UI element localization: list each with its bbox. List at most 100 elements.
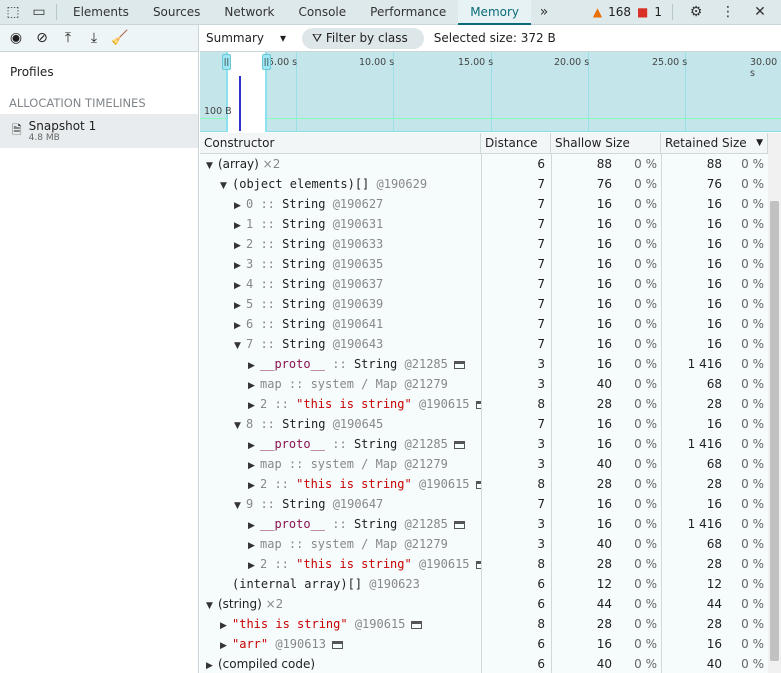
scrollbar-thumb[interactable] bbox=[770, 201, 779, 661]
expand-right-icon[interactable]: ▶ bbox=[248, 476, 260, 494]
allocation-timeline[interactable]: 5.00 s 10.00 s 15.00 s 20.00 s 25.00 s 3… bbox=[200, 52, 781, 132]
table-row[interactable]: ▶ 2 :: "this is string" @190615 8 28 0 % 28 0 … bbox=[200, 474, 768, 494]
expand-right-icon[interactable]: ▶ bbox=[248, 456, 260, 474]
shallow-size-cell: 40 bbox=[551, 374, 616, 394]
table-row[interactable]: ▶ 4 :: String @190637 7 16 0 % 16 0 % bbox=[200, 274, 768, 294]
expand-right-icon[interactable]: ▶ bbox=[248, 516, 260, 534]
table-row[interactable]: ▼ 9 :: String @190647 7 16 0 % 16 0 % bbox=[200, 494, 768, 514]
reveal-in-panel-icon[interactable] bbox=[411, 620, 423, 629]
snapshot-item[interactable]: 🗎 Snapshot 1 4.8 MB bbox=[0, 114, 198, 148]
warning-icon[interactable]: ▲ bbox=[593, 5, 602, 19]
record-icon[interactable]: ◉ bbox=[4, 30, 28, 46]
tab-console[interactable]: Console bbox=[287, 0, 359, 25]
expand-right-icon[interactable]: ▶ bbox=[234, 316, 246, 334]
table-row[interactable]: ▶ map :: system / Map @21279 3 40 0 % 68 0 % bbox=[200, 454, 768, 474]
right-handle[interactable]: || bbox=[262, 54, 271, 70]
tab-sources[interactable]: Sources bbox=[141, 0, 212, 25]
expand-right-icon[interactable]: ▶ bbox=[234, 236, 246, 254]
retained-size-cell: 1 416 bbox=[661, 514, 726, 534]
error-icon[interactable]: ■ bbox=[637, 5, 648, 19]
tab-performance[interactable]: Performance bbox=[358, 0, 458, 25]
scrollbar[interactable] bbox=[768, 133, 781, 673]
expand-right-icon[interactable]: ▶ bbox=[248, 536, 260, 554]
warning-count[interactable]: 168 bbox=[608, 5, 631, 19]
table-row[interactable]: ▼ (string) ×2 6 44 0 % 44 0 % bbox=[200, 594, 768, 614]
reveal-in-panel-icon[interactable] bbox=[453, 520, 465, 529]
constructor-cell: ▶ map :: system / Map @21279 bbox=[200, 374, 481, 394]
error-count[interactable]: 1 bbox=[654, 5, 662, 19]
shallow-size-cell: 40 bbox=[551, 534, 616, 554]
col-shallow-size[interactable]: Shallow Size bbox=[551, 133, 661, 154]
left-handle[interactable]: || bbox=[222, 54, 231, 70]
tab-elements[interactable]: Elements bbox=[61, 0, 141, 25]
table-row[interactable]: ▶ (compiled code) 6 40 0 % 40 0 % bbox=[200, 654, 768, 673]
expand-right-icon[interactable]: ▶ bbox=[248, 376, 260, 394]
table-row[interactable]: ▶ "this is string" @190615 8 28 0 % 28 0 % bbox=[200, 614, 768, 634]
table-row[interactable]: ▼ 8 :: String @190645 7 16 0 % 16 0 % bbox=[200, 414, 768, 434]
more-tabs-icon[interactable]: » bbox=[531, 4, 557, 20]
distance-cell: 7 bbox=[481, 494, 551, 514]
table-row[interactable]: ▶ map :: system / Map @21279 3 40 0 % 68 0 % bbox=[200, 534, 768, 554]
selection-window[interactable] bbox=[226, 52, 267, 132]
table-row[interactable]: ▶ __proto__ :: String @21285 3 16 0 % 1 416 0 … bbox=[200, 434, 768, 454]
expand-down-icon[interactable]: ▼ bbox=[234, 416, 246, 434]
tick-label: 15.00 s bbox=[458, 57, 494, 68]
filter-by-class-input[interactable]: ⛛ Filter by class bbox=[302, 27, 424, 49]
table-row[interactable]: ▶ 6 :: String @190641 7 16 0 % 16 0 % bbox=[200, 314, 768, 334]
reveal-in-panel-icon[interactable] bbox=[331, 640, 343, 649]
close-icon[interactable]: ✕ bbox=[747, 4, 773, 20]
expand-right-icon[interactable]: ▶ bbox=[234, 196, 246, 214]
expand-down-icon[interactable]: ▼ bbox=[220, 176, 232, 194]
table-row[interactable]: ▶ "arr" @190613 6 16 0 % 16 0 % bbox=[200, 634, 768, 654]
reveal-in-panel-icon[interactable] bbox=[453, 440, 465, 449]
table-row[interactable]: ▶ __proto__ :: String @21285 3 16 0 % 1 416 0 … bbox=[200, 354, 768, 374]
view-select[interactable]: Summary ▾ bbox=[206, 31, 292, 45]
expand-right-icon[interactable]: ▶ bbox=[248, 356, 260, 374]
table-row[interactable]: ▶ 1 :: String @190631 7 16 0 % 16 0 % bbox=[200, 214, 768, 234]
inspect-element-icon[interactable]: ⬚ bbox=[0, 4, 26, 20]
more-options-icon[interactable]: ⋮ bbox=[715, 4, 741, 20]
table-row[interactable]: ▶ 2 :: "this is string" @190615 8 28 0 % 28 0 … bbox=[200, 394, 768, 414]
table-row[interactable]: ▶ 5 :: String @190639 7 16 0 % 16 0 % bbox=[200, 294, 768, 314]
expand-right-icon[interactable]: ▶ bbox=[248, 396, 260, 414]
expand-down-icon[interactable]: ▼ bbox=[206, 596, 218, 614]
table-row[interactable]: ▶ 0 :: String @190627 7 16 0 % 16 0 % bbox=[200, 194, 768, 214]
reveal-in-panel-icon[interactable] bbox=[453, 360, 465, 369]
clear-icon[interactable]: ⊘ bbox=[30, 30, 54, 46]
save-profile-icon[interactable]: ⤓ bbox=[82, 30, 106, 46]
gear-icon[interactable]: ⚙ bbox=[683, 4, 709, 20]
expand-right-icon[interactable]: ▶ bbox=[234, 296, 246, 314]
expand-right-icon[interactable]: ▶ bbox=[220, 636, 232, 654]
table-row[interactable]: ▼ 7 :: String @190643 7 16 0 % 16 0 % bbox=[200, 334, 768, 354]
table-row[interactable]: ▶ map :: system / Map @21279 3 40 0 % 68 0 % bbox=[200, 374, 768, 394]
expand-right-icon[interactable]: ▶ bbox=[234, 276, 246, 294]
col-constructor[interactable]: Constructor bbox=[200, 133, 481, 154]
expand-right-icon[interactable]: ▶ bbox=[234, 216, 246, 234]
table-row[interactable]: ▶ 3 :: String @190635 7 16 0 % 16 0 % bbox=[200, 254, 768, 274]
constructor-text: @190645 bbox=[325, 417, 384, 431]
expand-down-icon[interactable]: ▼ bbox=[234, 496, 246, 514]
expand-right-icon[interactable]: ▶ bbox=[248, 556, 260, 574]
tab-memory[interactable]: Memory bbox=[458, 0, 532, 25]
constructor-text: @190615 bbox=[347, 617, 406, 631]
device-toolbar-icon[interactable]: ▭ bbox=[26, 4, 52, 20]
expand-right-icon[interactable]: ▶ bbox=[234, 256, 246, 274]
constructor-text: "this is string" bbox=[296, 557, 412, 571]
expand-right-icon[interactable]: ▶ bbox=[206, 656, 218, 673]
col-retained-size[interactable]: Retained Size ▼ bbox=[661, 133, 768, 154]
expand-right-icon[interactable]: ▶ bbox=[220, 616, 232, 634]
col-distance[interactable]: Distance bbox=[481, 133, 551, 154]
table-row[interactable]: (internal array)[] @190623 6 12 0 % 12 0 % bbox=[200, 574, 768, 594]
expand-down-icon[interactable]: ▼ bbox=[234, 336, 246, 354]
expand-right-icon[interactable]: ▶ bbox=[248, 436, 260, 454]
table-row[interactable]: ▶ 2 :: String @190633 7 16 0 % 16 0 % bbox=[200, 234, 768, 254]
tab-network[interactable]: Network bbox=[212, 0, 286, 25]
table-row[interactable]: ▶ 2 :: "this is string" @190615 8 28 0 % 28 0 … bbox=[200, 554, 768, 574]
expand-down-icon[interactable]: ▼ bbox=[206, 156, 218, 174]
table-row[interactable]: ▼ (array) ×2 6 88 0 % 88 0 % bbox=[200, 154, 768, 174]
table-row[interactable]: ▶ __proto__ :: String @21285 3 16 0 % 1 416 0 … bbox=[200, 514, 768, 534]
constructor-cell: ▶ __proto__ :: String @21285 bbox=[200, 354, 481, 374]
table-row[interactable]: ▼ (object elements)[] @190629 7 76 0 % 76 0 % bbox=[200, 174, 768, 194]
collect-garbage-icon[interactable]: 🧹 bbox=[108, 30, 132, 46]
load-profile-icon[interactable]: ⤒ bbox=[56, 30, 80, 46]
